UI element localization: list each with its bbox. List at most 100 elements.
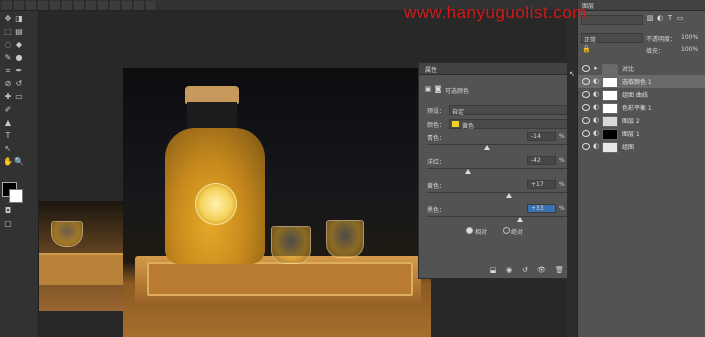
tray-inner-image bbox=[147, 262, 413, 296]
yellow-swatch bbox=[452, 121, 459, 127]
layer-row[interactable]: ◐ 选取颜色 1 bbox=[578, 75, 705, 88]
slider-unit: % bbox=[559, 133, 565, 140]
document-tab[interactable] bbox=[50, 1, 61, 10]
slider-unit: % bbox=[559, 181, 565, 188]
layer-row[interactable]: ◐ 图层 1 bbox=[578, 127, 705, 140]
slider-track[interactable] bbox=[427, 168, 567, 169]
adjustment-layer-icon: ◐ bbox=[592, 103, 600, 111]
stamp-icon[interactable]: ▲ bbox=[1, 117, 15, 129]
watermark-text: www.hanyuguolist.com bbox=[404, 3, 587, 22]
eye-icon[interactable] bbox=[582, 65, 590, 72]
document-tab[interactable] bbox=[26, 1, 37, 10]
gradient-icon[interactable]: ▤ bbox=[12, 26, 26, 38]
dodge-icon[interactable]: ● bbox=[12, 52, 26, 64]
layer-name: 选取颜色 1 bbox=[622, 79, 652, 86]
layer-row[interactable]: ▸ 对比 bbox=[578, 62, 705, 75]
document-tab[interactable] bbox=[86, 1, 97, 10]
eye-icon[interactable] bbox=[582, 91, 590, 98]
cursor-icon[interactable]: ↖ bbox=[568, 71, 576, 78]
opacity-value[interactable]: 100% bbox=[681, 34, 698, 41]
zoom-icon[interactable]: 🔍 bbox=[12, 156, 26, 168]
slider-value-input[interactable]: +33 bbox=[527, 204, 556, 213]
eye-icon[interactable] bbox=[582, 130, 590, 137]
view-previous-icon[interactable]: ◉ bbox=[505, 267, 513, 274]
tea-cup-image bbox=[271, 226, 311, 264]
layer-name: 组图 曲线 bbox=[622, 92, 648, 99]
preset-value: 自定 bbox=[452, 109, 465, 116]
slider-value-input[interactable]: -14 bbox=[527, 132, 556, 141]
type-icon[interactable]: T bbox=[1, 130, 15, 142]
eye-icon[interactable] bbox=[582, 78, 590, 85]
adjustment-icon: ▣ bbox=[424, 85, 432, 93]
slider-value-input[interactable]: +17 bbox=[527, 180, 556, 189]
fill-value[interactable]: 100% bbox=[681, 46, 698, 53]
relative-label: 相对 bbox=[475, 229, 488, 236]
layer-row[interactable]: ◐ 图层 2 bbox=[578, 114, 705, 127]
layer-name: 图层 2 bbox=[622, 118, 640, 125]
blend-mode-value: 正常 bbox=[584, 37, 597, 44]
clip-to-layer-icon[interactable]: ⬓ bbox=[489, 267, 497, 274]
slider-thumb[interactable] bbox=[505, 193, 512, 198]
document-tab[interactable] bbox=[134, 1, 145, 10]
layer-thumbnail bbox=[602, 129, 618, 140]
slider-value-input[interactable]: -42 bbox=[527, 156, 556, 165]
slider-unit: % bbox=[559, 205, 565, 212]
adjustment-title: 可选颜色 bbox=[445, 88, 470, 95]
document-tab[interactable] bbox=[146, 1, 157, 10]
mask-icon[interactable]: ◙ bbox=[434, 86, 442, 93]
document-tab[interactable] bbox=[38, 1, 49, 10]
document-tab[interactable] bbox=[62, 1, 73, 10]
slider-track[interactable] bbox=[427, 216, 567, 217]
absolute-radio[interactable] bbox=[503, 227, 510, 234]
group-arrow-icon: ▸ bbox=[594, 64, 598, 72]
slider-thumb[interactable] bbox=[464, 169, 471, 174]
layer-thumbnail bbox=[602, 142, 618, 153]
eraser-icon[interactable]: ◨ bbox=[12, 13, 26, 25]
layer-thumbnail bbox=[602, 90, 618, 101]
screen-mode-icon[interactable]: ▢ bbox=[1, 218, 15, 230]
eye-icon[interactable] bbox=[582, 143, 590, 150]
slider-label: 黑色： bbox=[427, 207, 446, 214]
slider-track[interactable] bbox=[427, 192, 567, 193]
document-tab[interactable] bbox=[2, 1, 13, 10]
blend-mode-select[interactable]: 正常 bbox=[581, 33, 643, 44]
slider-thumb[interactable] bbox=[517, 217, 524, 222]
relative-radio[interactable] bbox=[466, 227, 473, 234]
layer-row[interactable]: ◐ 组图 曲线 bbox=[578, 88, 705, 101]
layer-row[interactable]: ◐ 色彩平衡 1 bbox=[578, 101, 705, 114]
reset-icon[interactable]: ↺ bbox=[521, 267, 529, 274]
adjustment-layer-icon: ◐ bbox=[592, 142, 600, 150]
quick-mask-icon[interactable]: ◘ bbox=[1, 205, 15, 217]
slider-label: 黄色： bbox=[427, 183, 446, 190]
document-tab[interactable] bbox=[74, 1, 85, 10]
slider-thumb[interactable] bbox=[484, 145, 491, 150]
brush-icon[interactable]: ✐ bbox=[1, 104, 15, 116]
visibility-icon[interactable]: 👁 bbox=[537, 267, 546, 274]
shape-icon[interactable]: ▭ bbox=[12, 91, 26, 103]
layer-thumbnail bbox=[602, 103, 618, 114]
trash-icon[interactable]: 🗑 bbox=[555, 267, 564, 274]
history-brush-icon[interactable]: ↺ bbox=[12, 78, 26, 90]
properties-tab[interactable]: 属性 bbox=[425, 65, 437, 74]
preset-select[interactable]: 自定 bbox=[449, 105, 569, 116]
eye-icon[interactable] bbox=[582, 117, 590, 124]
slider-track[interactable] bbox=[427, 144, 567, 145]
document-tab[interactable] bbox=[14, 1, 25, 10]
properties-header: 属性 ≡ bbox=[419, 63, 583, 75]
document-tab[interactable] bbox=[110, 1, 121, 10]
pen-icon[interactable]: ✒ bbox=[12, 65, 26, 77]
adjustment-layer-icon: ◐ bbox=[592, 77, 600, 85]
collapsed-panel-strip: ↖ bbox=[567, 11, 577, 337]
lock-icon[interactable]: 🔒 bbox=[582, 46, 591, 53]
document-tab[interactable] bbox=[122, 1, 133, 10]
eye-icon[interactable] bbox=[582, 104, 590, 111]
layer-row[interactable]: ◐ 组图 bbox=[578, 140, 705, 153]
layer-name: 对比 bbox=[622, 66, 635, 73]
document-tab[interactable] bbox=[98, 1, 109, 10]
layer-name: 图层 1 bbox=[622, 131, 640, 138]
background-color-swatch[interactable] bbox=[9, 189, 23, 203]
layer-thumbnail bbox=[602, 116, 618, 127]
blur-icon[interactable]: ◆ bbox=[12, 39, 26, 51]
path-select-icon[interactable]: ↖ bbox=[1, 143, 15, 155]
colors-select[interactable]: 黄色 bbox=[449, 119, 569, 130]
